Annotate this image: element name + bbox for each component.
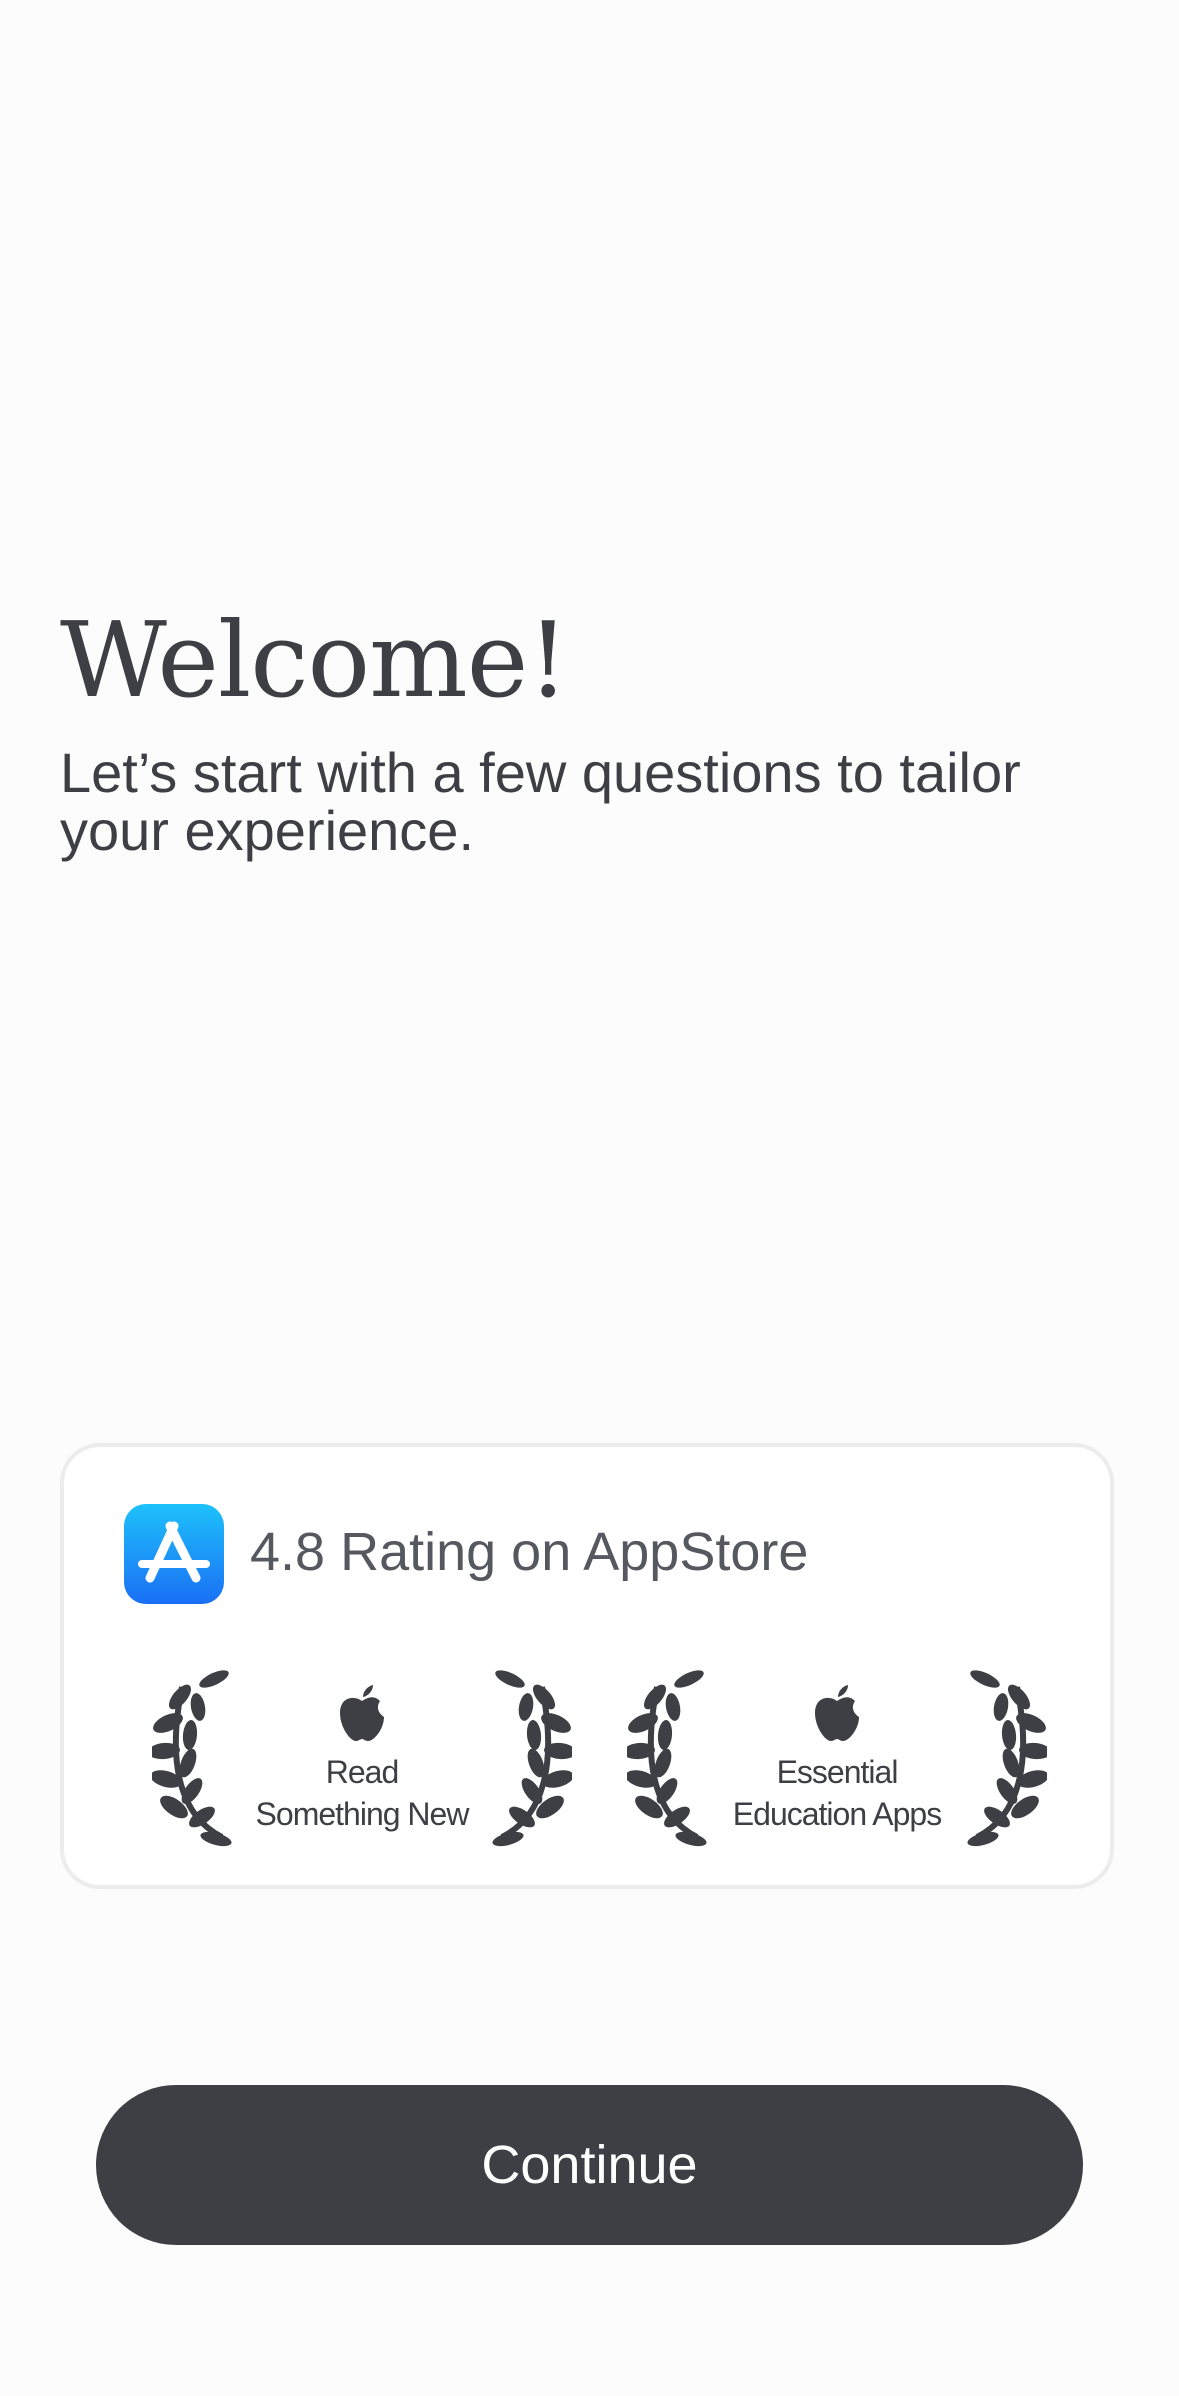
- laurel-right-icon: [967, 1670, 1047, 1847]
- award-line-1: Read: [325, 1754, 400, 1790]
- rating-text: 4.8 Rating on AppStore: [250, 1522, 809, 1582]
- award-line-2: Education Apps: [732, 1796, 942, 1832]
- app-store-icon: [124, 1504, 224, 1604]
- award-line-2: Something New: [255, 1796, 470, 1832]
- rating-card: 4.8 Rating on AppStore Read Something Ne…: [60, 1443, 1114, 1889]
- laurel-right-icon: [492, 1670, 572, 1847]
- award-badge-essential-education-apps: Essential Education Apps: [627, 1667, 1047, 1847]
- award-text: Read Something New: [222, 1751, 502, 1835]
- page-title: Welcome!: [60, 599, 569, 721]
- apple-logo-icon: [815, 1685, 859, 1741]
- award-line-1: Essential: [776, 1754, 899, 1790]
- apple-logo-icon: [340, 1685, 384, 1741]
- continue-button[interactable]: Continue: [96, 2085, 1083, 2245]
- award-badge-read-something-new: Read Something New: [152, 1667, 572, 1847]
- page-subtitle: Let’s start with a few questions to tail…: [60, 741, 1021, 862]
- award-text: Essential Education Apps: [697, 1751, 977, 1835]
